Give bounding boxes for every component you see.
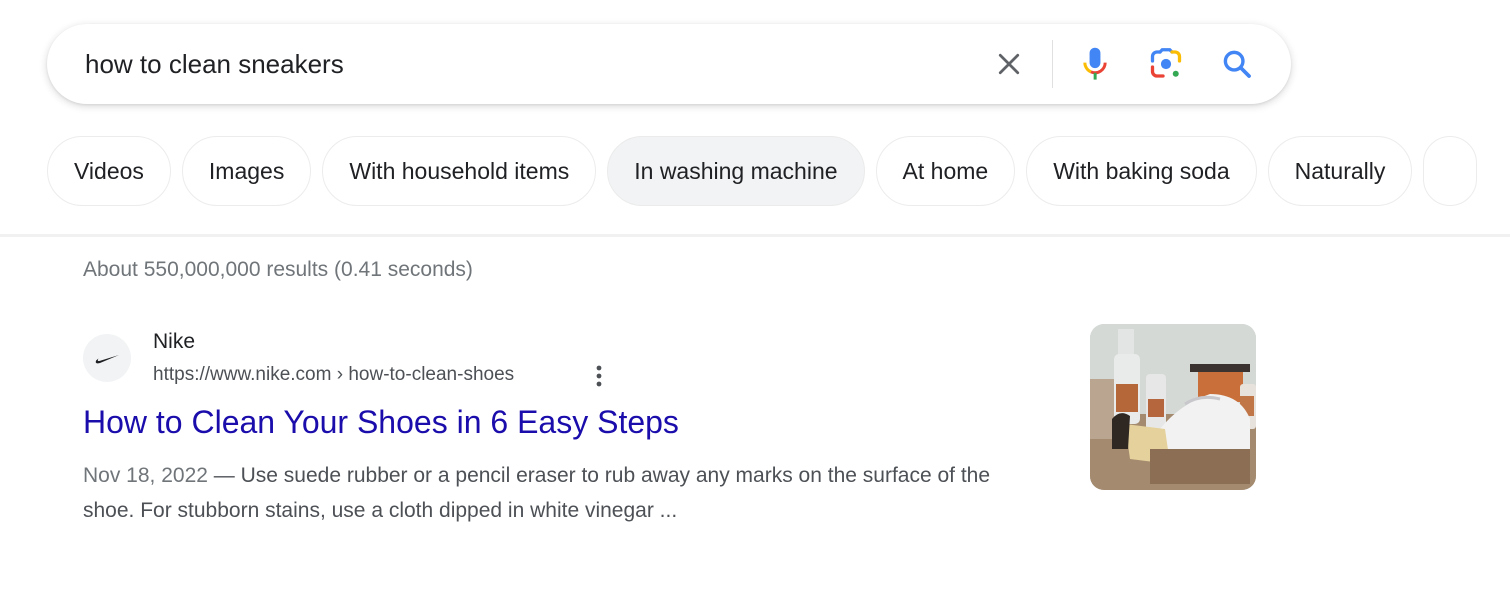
voice-search-button[interactable]	[1073, 42, 1117, 86]
close-icon	[998, 53, 1020, 75]
chip-with-baking-soda[interactable]: With baking soda	[1026, 136, 1257, 206]
header-divider	[0, 234, 1510, 237]
chip-in-washing-machine[interactable]: In washing machine	[607, 136, 865, 206]
chip-overflow[interactable]	[1423, 136, 1478, 206]
more-vert-icon	[596, 365, 602, 387]
chip-images[interactable]: Images	[181, 136, 312, 206]
site-name[interactable]: Nike	[153, 330, 195, 354]
chip-at-home[interactable]: At home	[875, 136, 1016, 206]
microphone-icon	[1083, 47, 1107, 80]
result-snippet: Nov 18, 2022 — Use suede rubber or a pen…	[83, 458, 1013, 528]
result-options-button[interactable]	[585, 362, 613, 390]
result-stats: About 550,000,000 results (0.41 seconds)	[83, 258, 473, 281]
result-thumbnail[interactable]	[1090, 324, 1256, 490]
site-favicon[interactable]	[83, 334, 131, 382]
nike-swoosh-icon	[95, 355, 119, 364]
google-lens-icon	[1150, 48, 1182, 78]
search-divider	[1052, 40, 1053, 88]
site-url[interactable]: https://www.nike.com › how-to-clean-shoe…	[153, 364, 514, 386]
search-button[interactable]	[1215, 42, 1259, 86]
lens-search-button[interactable]	[1144, 42, 1188, 86]
chip-with-household-items[interactable]: With household items	[322, 136, 597, 206]
snippet-separator: —	[207, 464, 241, 487]
chip-videos[interactable]: Videos	[47, 136, 171, 206]
filter-chips: Videos Images With household items In wa…	[47, 136, 1478, 206]
result-title-link[interactable]: How to Clean Your Shoes in 6 Easy Steps	[83, 404, 679, 441]
search-icon	[1223, 50, 1251, 78]
result-date: Nov 18, 2022	[83, 464, 208, 487]
search-input[interactable]	[85, 42, 965, 86]
thumbnail-image	[1090, 324, 1256, 490]
clear-search-button[interactable]	[987, 42, 1031, 86]
search-box	[47, 24, 1291, 104]
chip-naturally[interactable]: Naturally	[1267, 136, 1413, 206]
